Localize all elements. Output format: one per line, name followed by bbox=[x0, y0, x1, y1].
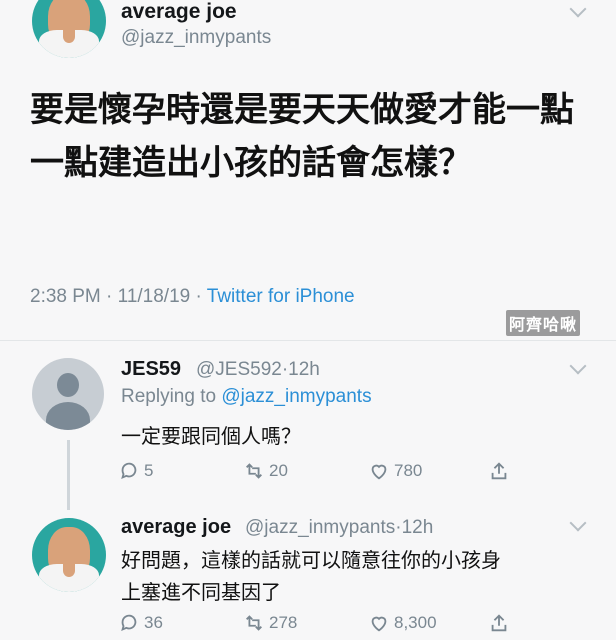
reply1-handle[interactable]: @JES592 bbox=[196, 359, 282, 380]
avatar[interactable] bbox=[32, 0, 106, 58]
reply1-actions: 5 20 780 bbox=[118, 460, 518, 486]
share-icon bbox=[491, 462, 507, 480]
chevron-down-icon[interactable] bbox=[569, 357, 587, 375]
share-button[interactable] bbox=[488, 460, 514, 482]
handle[interactable]: @jazz_inmypants bbox=[121, 27, 271, 49]
like-button[interactable]: 780 bbox=[368, 460, 422, 482]
main-tweet-header: average joe @jazz_inmypants bbox=[0, 0, 616, 70]
thread-line bbox=[67, 440, 70, 510]
divider bbox=[0, 340, 616, 341]
tweet-date: 11/18/19 bbox=[117, 286, 191, 307]
reply2-text-line2: 上塞進不同基因了 bbox=[121, 580, 281, 604]
chevron-down-icon[interactable] bbox=[569, 514, 587, 532]
avatar[interactable] bbox=[32, 518, 106, 592]
replying-to: Replying to @jazz_inmypants bbox=[121, 386, 372, 407]
default-avatar[interactable] bbox=[32, 358, 104, 430]
reply2-actions: 36 278 8,300 bbox=[118, 612, 518, 638]
reply2-display-name[interactable]: average joe bbox=[121, 516, 231, 539]
share-button[interactable] bbox=[488, 612, 514, 634]
reply2-handle-line: @jazz_inmypants·12h bbox=[245, 517, 434, 538]
heart-icon bbox=[371, 464, 387, 480]
tweet-text: 要是懷孕時還是要天天做愛才能一點一點建造出小孩的話會怎樣？ bbox=[30, 90, 574, 183]
retweet-icon bbox=[246, 463, 262, 479]
reply2-age: 12h bbox=[401, 517, 434, 538]
retweet-button[interactable]: 278 bbox=[243, 612, 297, 634]
replying-to-mention[interactable]: @jazz_inmypants bbox=[221, 386, 371, 407]
tweet-meta: 2:38 PM · 11/18/19 · Twitter for iPhone bbox=[30, 286, 355, 307]
tweet-time: 2:38 PM bbox=[30, 286, 101, 307]
reply1-display-name[interactable]: JES59 bbox=[121, 358, 181, 381]
retweet-button[interactable]: 20 bbox=[243, 460, 288, 482]
heart-icon bbox=[371, 616, 387, 632]
reply1-age: 12h bbox=[288, 359, 320, 380]
reply2-text-line1: 好問題，這樣的話就可以隨意往你的小孩身 bbox=[121, 548, 501, 572]
reply-button[interactable]: 5 bbox=[118, 460, 153, 482]
reply1-handle-line: @JES592·12h bbox=[196, 359, 320, 380]
reply-icon bbox=[121, 614, 137, 632]
watermark: 阿齊哈啾 bbox=[506, 310, 581, 336]
chevron-down-icon[interactable] bbox=[569, 0, 587, 18]
display-name[interactable]: average joe bbox=[121, 0, 237, 24]
share-icon bbox=[491, 614, 507, 632]
reply2-handle[interactable]: @jazz_inmypants bbox=[245, 517, 395, 538]
retweet-icon bbox=[246, 615, 262, 631]
reply1-text: 一定要跟同個人嗎？ bbox=[121, 424, 301, 448]
reply-icon bbox=[121, 462, 137, 480]
reply-button[interactable]: 36 bbox=[118, 612, 163, 634]
like-button[interactable]: 8,300 bbox=[368, 612, 437, 634]
tweet-source-link[interactable]: Twitter for iPhone bbox=[207, 286, 355, 307]
